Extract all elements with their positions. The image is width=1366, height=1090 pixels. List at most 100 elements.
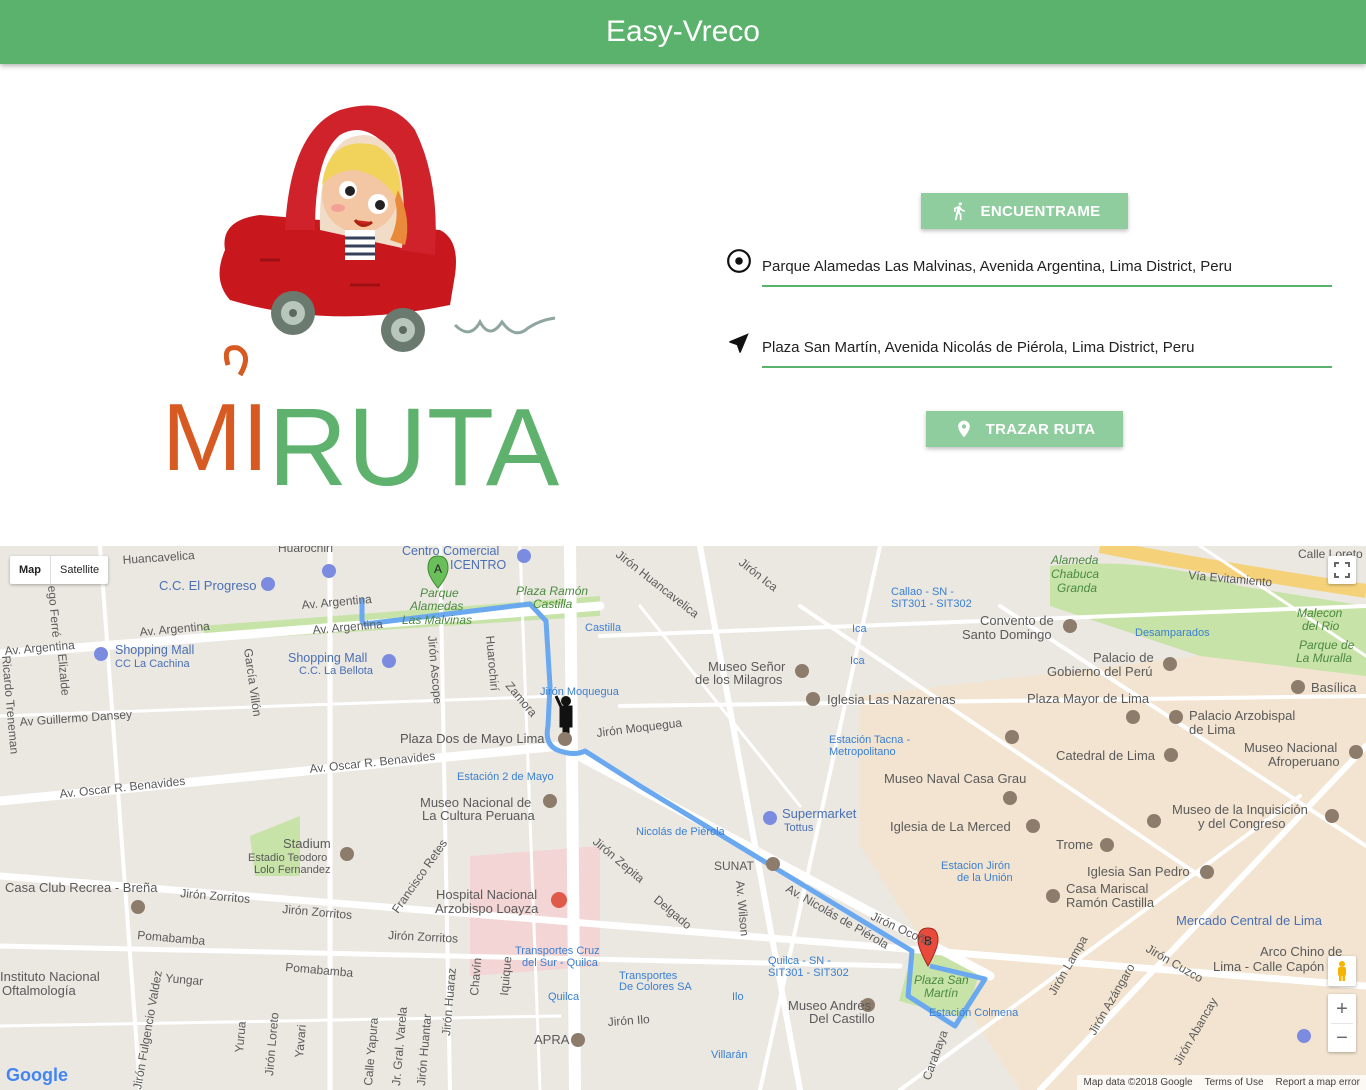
map-label-shopping-1b: CC La Cachina xyxy=(115,658,190,670)
map-label-alameda-chabuca-2: Chabuca xyxy=(1051,567,1099,581)
logo-text-mi: MI xyxy=(162,384,269,491)
map-label-jr-huantar: Jirón Huantar xyxy=(414,1013,434,1086)
zoom-control: + − xyxy=(1328,994,1356,1052)
map-footer: Map data ©2018 Google Terms of Use Repor… xyxy=(1077,1075,1366,1090)
map-label-plaza-dos-mayo: Plaza Dos de Mayo Lima xyxy=(400,731,545,746)
map-label-instituto: Instituto Nacional xyxy=(0,969,100,984)
map-label-palacio-arzobispal-2: de Lima xyxy=(1189,722,1236,737)
map-label-convento: Convento de xyxy=(980,613,1054,628)
map-label-malecon: Malecon xyxy=(1297,606,1343,620)
map-label-huancavelica: Huancavelica xyxy=(122,548,195,567)
map-type-satellite-button[interactable]: Satellite xyxy=(51,556,108,584)
app-bar: Easy-Vreco xyxy=(0,0,1366,64)
marker-a-label: A xyxy=(434,562,442,576)
map-label-yavari: Yavari xyxy=(292,1024,309,1058)
map-label-pomabamba: Pomabamba xyxy=(137,928,206,948)
map-label-basilica: Basílica xyxy=(1311,680,1357,695)
map-label-mercado-central: Mercado Central de Lima xyxy=(1176,913,1323,928)
map-label-museo-milagros-2: de los Milagros xyxy=(695,672,783,687)
map-label-jr-zorritos: Jirón Zorritos xyxy=(180,886,251,906)
map-label-iquique: Iquique xyxy=(497,955,514,996)
map-label-jr-zorritos-3: Jirón Zorritos xyxy=(388,928,459,946)
map-label-parque-muralla: Parque de xyxy=(1299,638,1355,652)
map-label-jr-moquegua: Jirón Moquegua xyxy=(540,686,620,698)
location-pin-icon xyxy=(957,420,970,438)
map-label-shopping-1: Shopping Mall xyxy=(115,643,194,657)
map-label-yungar: Yungar xyxy=(165,971,204,988)
map-label-estacion-tacna-2: Metropolitano xyxy=(829,746,896,758)
map-label-plaza-ramon-2: Castilla xyxy=(533,597,573,611)
map-label-catedral: Catedral de Lima xyxy=(1056,748,1156,763)
map-label-quilca-sn-2: SIT301 - SIT302 xyxy=(768,967,849,979)
map-label-estacion-union-2: de la Unión xyxy=(957,872,1013,884)
trace-route-button[interactable]: TRAZAR RUTA xyxy=(926,411,1123,447)
map-label-shopping-2: Shopping Mall xyxy=(288,651,367,665)
report-error-link[interactable]: Report a map error xyxy=(1276,1077,1360,1088)
map-label-iglesia-merced: Iglesia de La Merced xyxy=(890,819,1011,834)
map-type-control: Map Satellite xyxy=(10,556,109,584)
origin-target-icon xyxy=(727,249,751,273)
map-label-transportes-cruz-2: del Sur - Quilca xyxy=(522,957,599,969)
map-label-hospital: Hospital Nacional xyxy=(436,887,537,902)
map-label-stadium: Stadium xyxy=(283,836,331,851)
navigation-arrow-icon xyxy=(729,333,749,353)
map-type-map-button[interactable]: Map xyxy=(10,556,51,584)
pegman-icon xyxy=(1338,961,1346,981)
zoom-in-button[interactable]: + xyxy=(1336,995,1348,1023)
fullscreen-icon xyxy=(1334,562,1350,578)
map-label-quilca-sn: Quilca - SN - xyxy=(768,955,831,967)
map-label-elizalde: Elizalde xyxy=(55,653,73,696)
app-title: Easy-Vreco xyxy=(606,15,760,48)
map-label-ica: Ica xyxy=(852,623,868,635)
map-label-malecon-2: del Rio xyxy=(1302,619,1340,633)
map-label-hospital-2: Arzobispo Loayza xyxy=(435,901,539,916)
map-label-museo-cultura-2: La Cultura Peruana xyxy=(422,808,536,823)
marker-a[interactable]: A xyxy=(427,555,449,589)
map-label-callao-2: SIT301 - SIT302 xyxy=(891,598,972,610)
map-label-icentro: ICENTRO xyxy=(450,558,507,572)
trace-route-label: TRAZAR RUTA xyxy=(985,420,1096,438)
map-label-av-guillermo: Av Guillermo Dansey xyxy=(19,707,132,729)
route-map[interactable]: A B Huancavelica Huarochirí Centro Comer… xyxy=(0,546,1366,1090)
map-label-plaza-ramon: Plaza Ramón xyxy=(516,584,588,598)
map-label-trome: Trome xyxy=(1056,837,1093,852)
mi-ruta-logo: MI RUTA xyxy=(162,105,560,500)
map-label-supermarket-2: Tottus xyxy=(784,822,814,834)
map-label-palacio-arzobispal: Palacio Arzobispal xyxy=(1189,708,1295,723)
map-label-stadium-3: Lolo Fernandez xyxy=(254,864,330,876)
map-label-chavin: Chavín xyxy=(467,957,484,996)
map-label-callao: Callao - SN - xyxy=(891,586,954,598)
map-label-palacio-gobierno-2: Gobierno del Perú xyxy=(1047,664,1153,679)
map-label-alameda-chabuca-3: Granda xyxy=(1057,581,1097,595)
map-label-ego-ferre: ego Ferré xyxy=(45,585,64,638)
map-label-jr-ica: Jirón Ica xyxy=(736,555,781,594)
map-label-iglesia-san-pedro: Iglesia San Pedro xyxy=(1087,864,1190,879)
origin-input[interactable]: Parque Alamedas Las Malvinas, Avenida Ar… xyxy=(762,258,1332,287)
map-label-transportes-cruz: Transportes Cruz xyxy=(515,945,600,957)
map-label-yurua: Yurua xyxy=(232,1020,249,1053)
map-label-palacio-gobierno: Palacio de xyxy=(1093,650,1154,665)
street-view-pegman[interactable] xyxy=(1328,956,1356,986)
map-label-zamora: Zamora xyxy=(503,679,541,720)
map-label-jr-ilo: Jirón Ilo xyxy=(607,1012,650,1029)
map-label-museo-afro-2: Afroperuano xyxy=(1268,754,1340,769)
map-label-nicolas-pierola: Nicolás de Piérola xyxy=(636,826,726,838)
map-label-plaza-san-martin: Plaza San xyxy=(914,973,969,987)
fullscreen-button[interactable] xyxy=(1328,556,1356,584)
map-canvas[interactable]: A B Huancavelica Huarochirí Centro Comer… xyxy=(0,546,1366,1090)
map-label-pomabamba-2: Pomabamba xyxy=(285,960,354,980)
find-me-button[interactable]: ENCUENTRAME xyxy=(921,193,1128,229)
map-label-av-oscar-2: Av. Oscar R. Benavides xyxy=(59,774,186,801)
map-label-quilca: Quilca xyxy=(548,991,580,1003)
map-label-casa-mariscal-2: Ramón Castilla xyxy=(1066,895,1155,910)
destination-input[interactable]: Plaza San Martín, Avenida Nicolás de Pié… xyxy=(762,339,1332,368)
map-label-ilo: Ilo xyxy=(732,991,744,1003)
map-attribution: Map data ©2018 Google xyxy=(1083,1077,1193,1088)
map-label-stadium-2: Estadio Teodoro xyxy=(248,852,327,864)
map-label-jr-huancavelica: Jirón Huancavelica xyxy=(613,547,702,621)
map-label-alamedas: Alamedas xyxy=(409,599,463,613)
map-label-calle-yapura: Calle Yapura xyxy=(361,1017,381,1087)
map-label-ica-2: Ica xyxy=(850,655,866,667)
terms-link[interactable]: Terms of Use xyxy=(1205,1077,1264,1088)
zoom-out-button[interactable]: − xyxy=(1331,1023,1353,1051)
